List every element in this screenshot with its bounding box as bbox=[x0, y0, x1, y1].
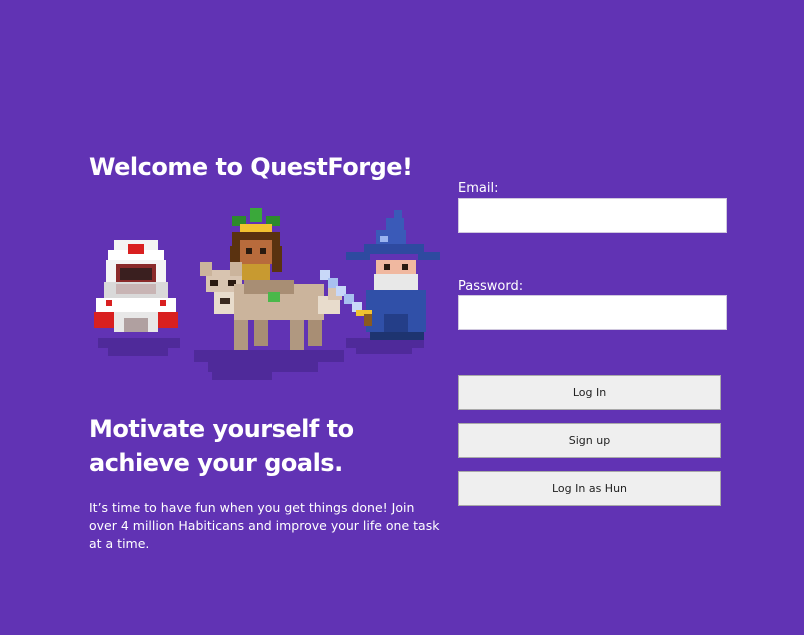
email-input[interactable] bbox=[458, 198, 727, 233]
tagline-text: It’s time to have fun when you get thing… bbox=[89, 500, 440, 551]
signup-button[interactable]: Sign up bbox=[458, 423, 721, 458]
email-label: Email: bbox=[458, 181, 499, 196]
login-as-user-button[interactable]: Log In as Hun bbox=[458, 471, 721, 506]
hero-characters-illustration bbox=[94, 208, 440, 380]
welcome-title: Welcome to QuestForge! bbox=[89, 153, 413, 181]
password-label: Password: bbox=[458, 279, 524, 294]
login-page: Welcome to QuestForge! Motivate yourself… bbox=[0, 0, 804, 635]
login-button[interactable]: Log In bbox=[458, 375, 721, 410]
password-input[interactable] bbox=[458, 295, 727, 330]
wizard-character bbox=[320, 210, 440, 340]
headline: Motivate yourself to achieve your goals. bbox=[89, 415, 354, 477]
knight-character bbox=[94, 240, 178, 332]
